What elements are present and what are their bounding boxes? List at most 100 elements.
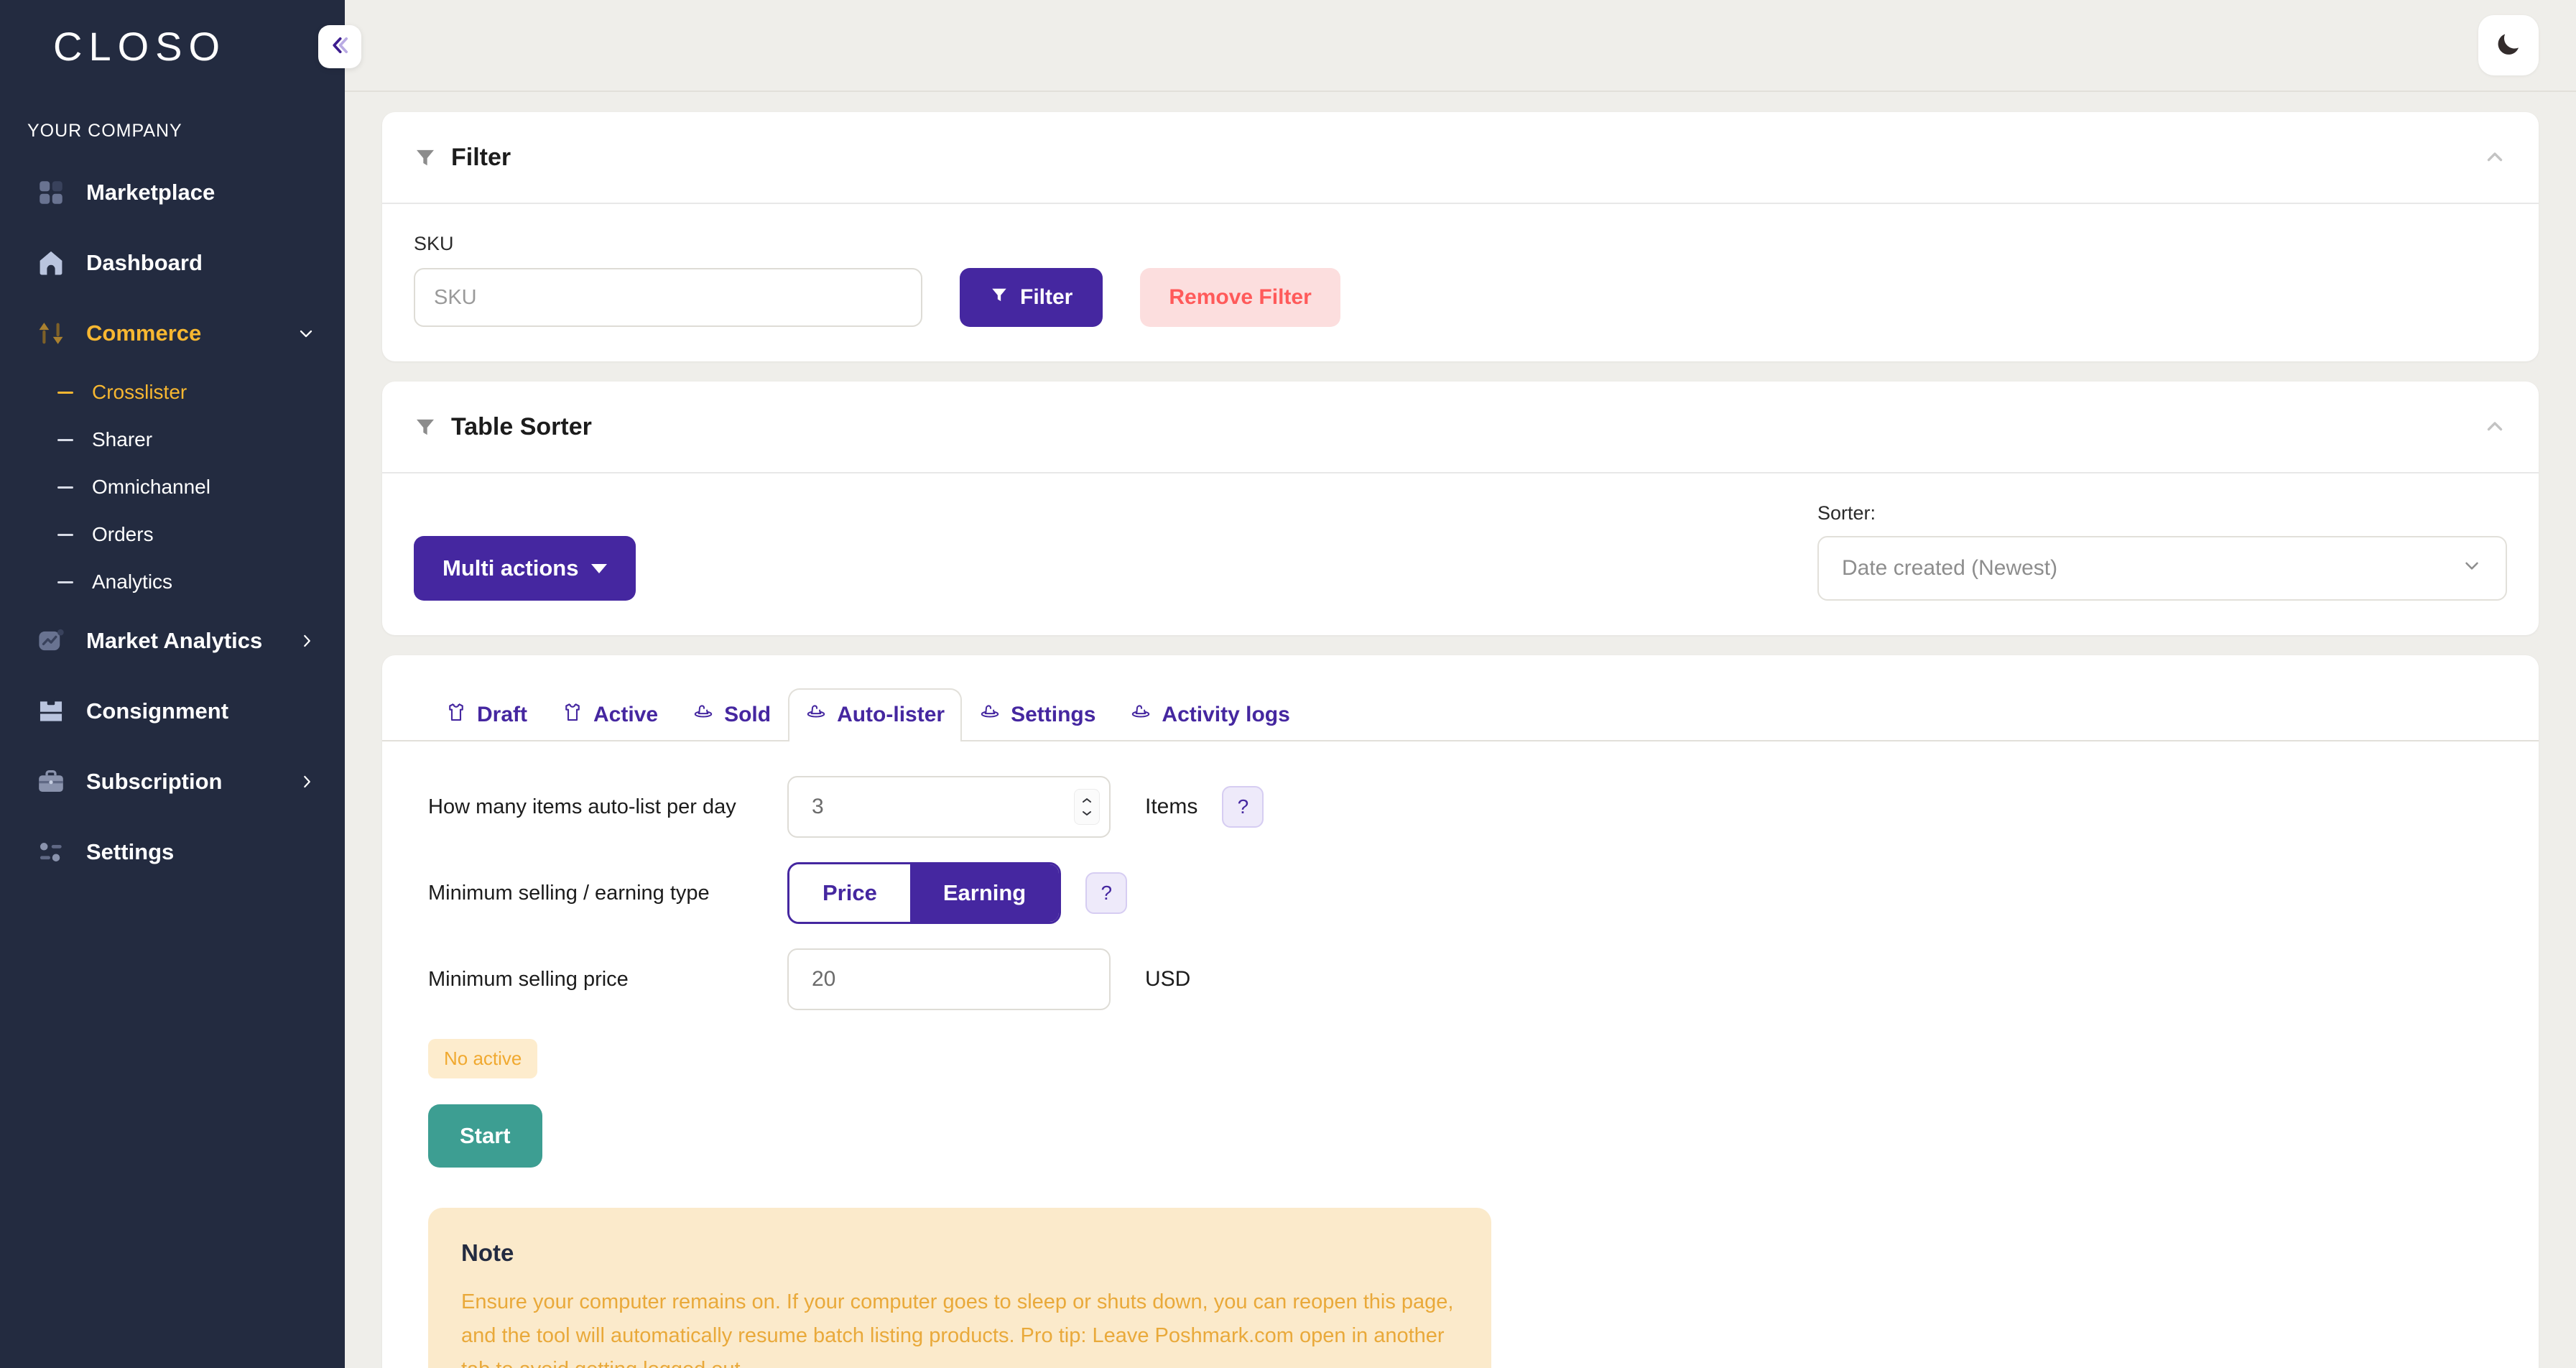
- sidebar-item-marketplace[interactable]: Marketplace: [0, 157, 345, 228]
- table-sorter-panel: Table Sorter Multi actions Sorter: Date …: [382, 382, 2539, 635]
- sku-label: SKU: [414, 233, 454, 254]
- selling-type-label: Minimum selling / earning type: [428, 881, 710, 905]
- chevron-up-icon[interactable]: [2483, 145, 2507, 170]
- tab-auto-lister[interactable]: Auto-lister: [788, 688, 963, 741]
- chart-icon: [34, 624, 68, 657]
- items-per-day-field: [787, 776, 1111, 838]
- chevron-right-icon: [297, 772, 316, 791]
- sidebar-collapse-button[interactable]: [318, 25, 361, 68]
- home-icon: [34, 246, 68, 279]
- chevron-right-icon: [297, 632, 316, 650]
- sorter-select[interactable]: Date created (Newest): [1817, 536, 2507, 601]
- filter-controls-row: Filter Remove Filter: [414, 268, 2507, 327]
- apply-filter-button[interactable]: Filter: [960, 268, 1103, 327]
- sidebar-subitem-label: Analytics: [92, 570, 173, 593]
- note-callout: Note Ensure your computer remains on. If…: [428, 1208, 1491, 1368]
- multi-actions-button[interactable]: Multi actions: [414, 536, 636, 601]
- selling-type-segmented-control: Price Earning: [787, 862, 1062, 924]
- start-button[interactable]: Start: [428, 1104, 542, 1168]
- items-per-day-row: How many items auto-list per day 3 Items…: [428, 776, 2493, 838]
- filter-panel-body: SKU Filter Remove Filter: [382, 204, 2539, 361]
- sidebar-subitem-orders[interactable]: Orders: [0, 511, 345, 558]
- sidebar: CLOSO YOUR COMPANY Marketplace Dashboard…: [0, 0, 361, 1368]
- tab-active[interactable]: Active: [545, 688, 675, 741]
- funnel-icon: [414, 146, 437, 169]
- tab-label: Active: [593, 703, 659, 726]
- minimum-price-row: Minimum selling price USD: [428, 948, 2493, 1010]
- price-unit-label: USD: [1145, 967, 1191, 991]
- items-per-day-stepper[interactable]: [1075, 790, 1099, 824]
- tab-bar: Draft Active Sold Auto-lister Settings A…: [382, 688, 2539, 741]
- selling-type-help-button[interactable]: ?: [1085, 872, 1128, 914]
- minimum-price-label: Minimum selling price: [428, 967, 629, 991]
- tab-draft[interactable]: Draft: [428, 688, 545, 741]
- items-per-day-label: How many items auto-list per day: [428, 795, 736, 818]
- items-unit-label: Items: [1145, 795, 1198, 818]
- remove-filter-button[interactable]: Remove Filter: [1140, 268, 1340, 327]
- caret-down-icon: [591, 563, 608, 573]
- selling-type-option-earning[interactable]: Earning: [909, 864, 1060, 922]
- multi-actions-label: Multi actions: [443, 555, 579, 581]
- transfer-icon: [34, 317, 68, 350]
- sidebar-subitem-sharer[interactable]: Sharer: [0, 416, 345, 463]
- auto-lister-form: How many items auto-list per day 3 Items…: [382, 741, 2539, 1368]
- status-badge: No active: [428, 1039, 538, 1078]
- sidebar-subitem-omnichannel[interactable]: Omnichannel: [0, 463, 345, 511]
- dash-icon: [57, 533, 73, 536]
- tshirt-icon: [445, 701, 467, 729]
- app-root: CLOSO YOUR COMPANY Marketplace Dashboard…: [0, 0, 2576, 1368]
- note-title: Note: [461, 1239, 514, 1266]
- tab-label: Sold: [724, 703, 772, 726]
- moon-icon: [2494, 29, 2523, 62]
- sidebar-subitem-label: Omnichannel: [92, 476, 210, 498]
- chevron-down-icon: [2461, 555, 2483, 582]
- table-sorter-header[interactable]: Table Sorter: [382, 382, 2539, 473]
- page-content: Filter SKU SKU Filter Remove Filter Tabl…: [345, 92, 2576, 1368]
- funnel-icon: [990, 285, 1009, 310]
- tab-settings[interactable]: Settings: [962, 688, 1113, 741]
- tshirt-icon: [562, 701, 583, 729]
- table-sorter-title: Table Sorter: [451, 412, 592, 440]
- sorter-controls-row: Multi actions Sorter: Date created (Newe…: [414, 502, 2507, 601]
- tab-label: Draft: [477, 703, 528, 726]
- selling-type-option-price[interactable]: Price: [789, 864, 910, 922]
- minimum-price-input[interactable]: [787, 948, 1111, 1010]
- brand-logo[interactable]: CLOSO: [0, 0, 345, 92]
- crosslister-tabs-panel: Draft Active Sold Auto-lister Settings A…: [382, 655, 2539, 1368]
- sidebar-item-subscription[interactable]: Subscription: [0, 747, 345, 817]
- sidebar-item-settings[interactable]: Settings: [0, 817, 345, 887]
- sidebar-subitem-analytics[interactable]: Analytics: [0, 558, 345, 606]
- chevron-down-icon: [296, 323, 316, 343]
- sidebar-item-market-analytics[interactable]: Market Analytics: [0, 606, 345, 676]
- tab-activity-logs[interactable]: Activity logs: [1113, 688, 1307, 741]
- sidebar-item-commerce[interactable]: Commerce: [0, 298, 345, 369]
- funnel-icon: [414, 415, 437, 438]
- items-help-button[interactable]: ?: [1222, 786, 1264, 828]
- selling-type-row: Minimum selling / earning type Price Ear…: [428, 862, 2493, 924]
- tab-label: Auto-lister: [837, 703, 945, 726]
- sorter-selected-value: Date created (Newest): [1842, 556, 2058, 580]
- table-sorter-body: Multi actions Sorter: Date created (Newe…: [382, 473, 2539, 635]
- sidebar-item-dashboard[interactable]: Dashboard: [0, 228, 345, 298]
- sidebar-item-label: Consignment: [86, 698, 229, 724]
- tab-sold[interactable]: Sold: [675, 688, 788, 741]
- sidebar-item-label: Marketplace: [86, 180, 216, 205]
- items-per-day-input[interactable]: [787, 776, 1111, 838]
- sidebar-subitem-crosslister[interactable]: Crosslister: [0, 369, 345, 416]
- hat-icon: [1130, 701, 1152, 729]
- sorter-label: Sorter:: [1817, 502, 1876, 524]
- tab-label: Settings: [1011, 703, 1096, 726]
- filter-panel-title: Filter: [451, 143, 511, 171]
- sidebar-subitem-label: Orders: [92, 523, 154, 545]
- minimum-price-field: [787, 948, 1111, 1010]
- sidebar-subitem-label: Crosslister: [92, 381, 187, 403]
- dash-icon: [57, 438, 73, 441]
- note-body: Ensure your computer remains on. If your…: [461, 1290, 1454, 1368]
- grid-icon: [34, 176, 68, 209]
- chevron-up-icon[interactable]: [2483, 415, 2507, 439]
- theme-toggle-button[interactable]: [2478, 15, 2539, 75]
- filter-panel-header[interactable]: Filter: [382, 112, 2539, 204]
- sidebar-item-consignment[interactable]: Consignment: [0, 676, 345, 747]
- sku-input[interactable]: [414, 268, 922, 327]
- sidebar-item-label: Subscription: [86, 769, 223, 794]
